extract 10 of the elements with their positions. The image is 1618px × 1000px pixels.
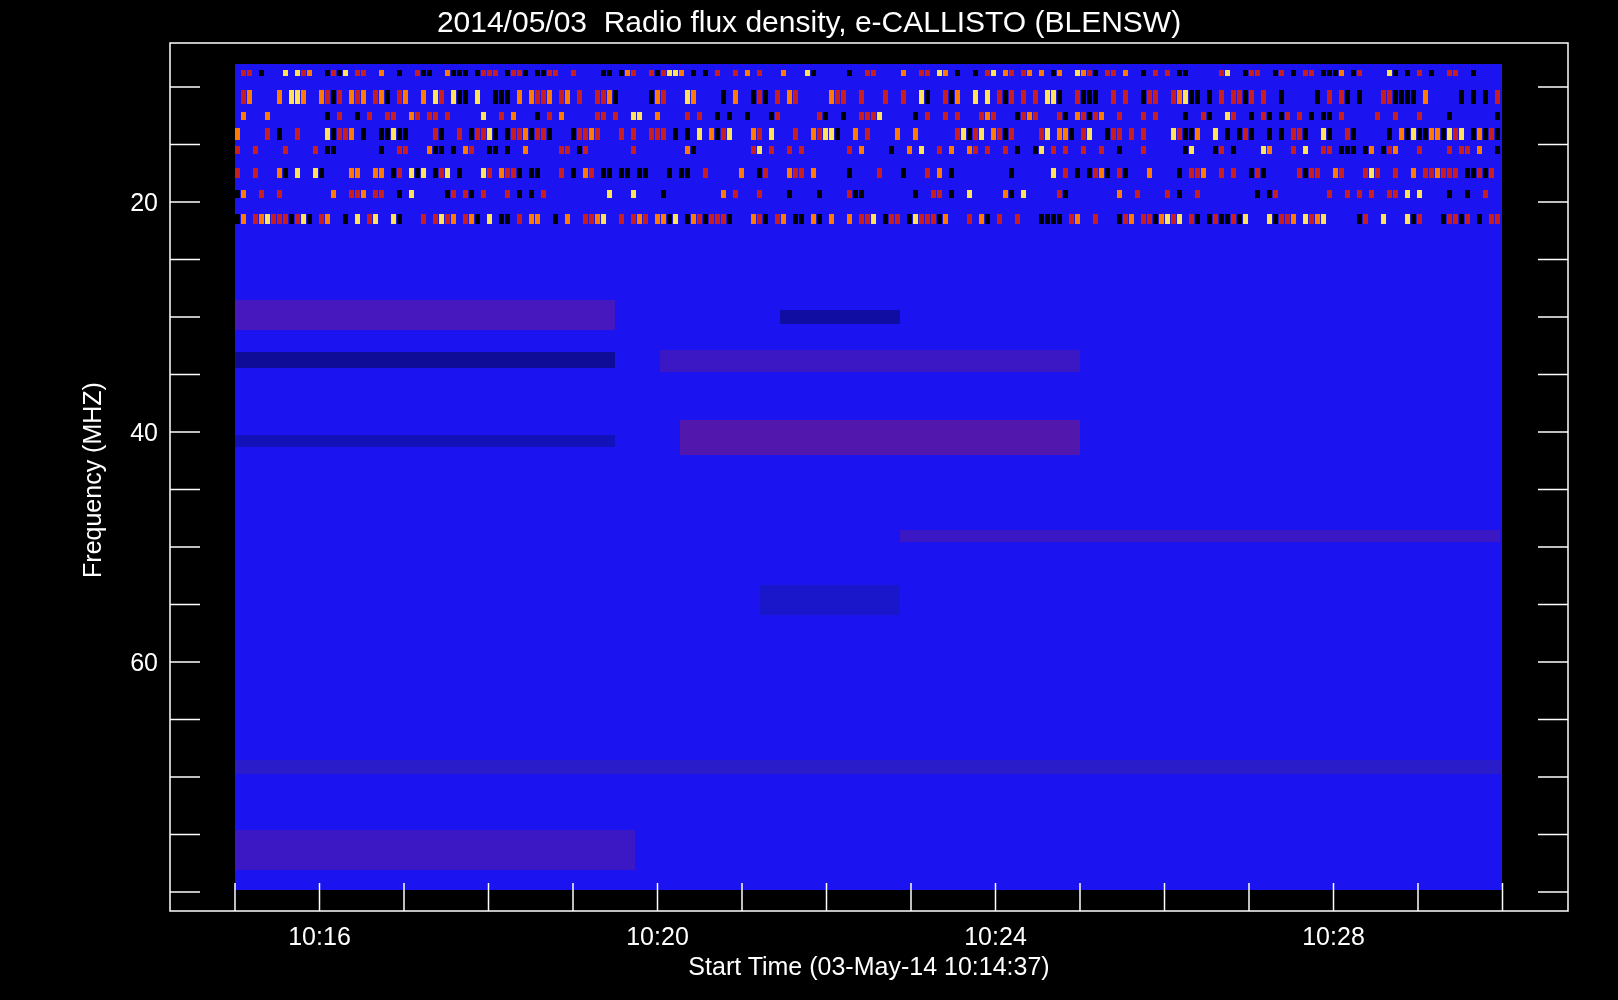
y-tick-label: 40	[130, 418, 158, 446]
x-axis-label: Start Time (03-May-14 10:14:37)	[688, 952, 1050, 980]
y-axis-label: Frequency (MHZ)	[78, 382, 106, 578]
x-tick-label: 10:20	[626, 922, 689, 950]
x-tick-label: 10:24	[964, 922, 1027, 950]
x-tick-label: 10:16	[288, 922, 351, 950]
y-tick-label: 60	[130, 648, 158, 676]
y-tick-label: 20	[130, 188, 158, 216]
plot-title: 2014/05/03 Radio flux density, e-CALLISTO (BLENSW)	[436, 5, 1182, 38]
x-tick-label: 10:28	[1302, 922, 1365, 950]
